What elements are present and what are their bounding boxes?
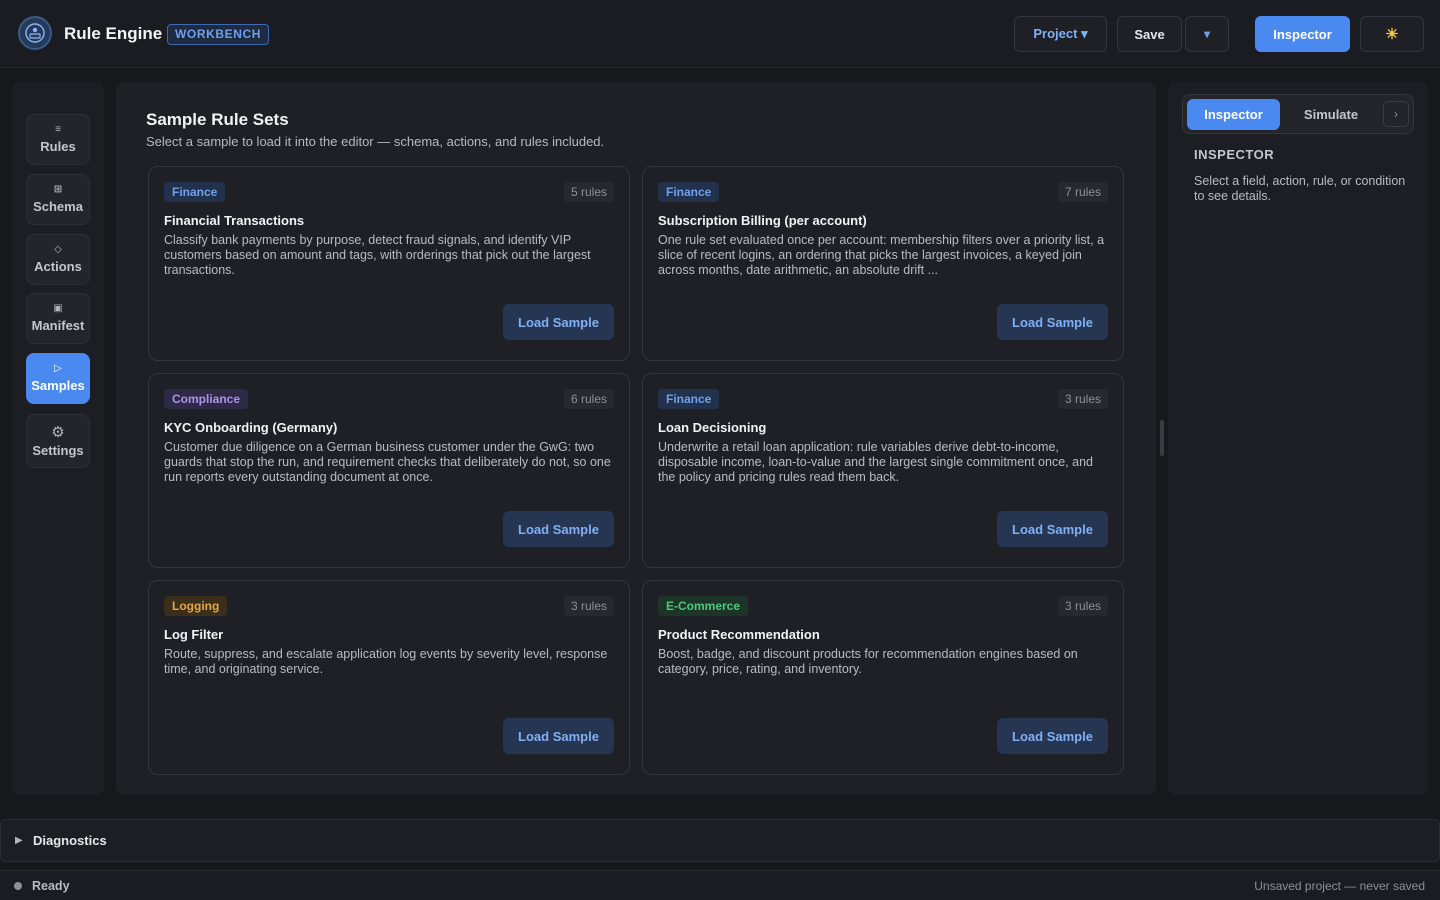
- sample-title: Log Filter: [164, 627, 224, 642]
- sidebar-item-manifest[interactable]: ▣ Manifest: [26, 293, 90, 344]
- save-button[interactable]: Save: [1117, 16, 1182, 52]
- diagnostics-toggle[interactable]: ▶ Diagnostics: [0, 819, 1440, 862]
- page-subtitle: Select a sample to load it into the edit…: [146, 134, 605, 149]
- sample-title: KYC Onboarding (Germany): [164, 420, 338, 435]
- sample-description: One rule set evaluated once per account:…: [658, 233, 1105, 277]
- diagnostics-label: Diagnostics: [33, 833, 107, 848]
- inspector-empty-text: Select a field, action, rule, or conditi…: [1194, 174, 1406, 203]
- sidebar-item-samples[interactable]: ▷ Samples: [26, 353, 90, 404]
- chevron-right-icon: ›: [1394, 107, 1398, 121]
- sample-description: Underwrite a retail loan application: ru…: [658, 440, 1093, 484]
- load-sample-button[interactable]: Load Sample: [503, 511, 614, 547]
- rule-count-badge: 7 rules: [1057, 182, 1108, 202]
- sample-card: Compliance 6 rules KYC Onboarding (Germa…: [148, 373, 630, 568]
- chevron-down-icon: ▾: [1203, 27, 1211, 41]
- category-tag: Finance: [658, 182, 720, 202]
- sample-description: Boost, badge, and discount products for …: [658, 647, 1078, 676]
- top-bar: Rule Engine WORKBENCH Project ▾ Save ▾ I…: [0, 0, 1440, 68]
- rule-count-badge: 3 rules: [1057, 389, 1108, 409]
- right-panel-tabs: Inspector Simulate ›: [1182, 94, 1414, 134]
- category-tag: Finance: [658, 389, 720, 409]
- collapse-panel-button[interactable]: ›: [1383, 101, 1409, 127]
- sample-title: Product Recommendation: [658, 627, 820, 642]
- category-tag: Logging: [164, 596, 228, 616]
- status-text: Ready: [32, 879, 70, 893]
- inspector-heading: INSPECTOR: [1194, 147, 1275, 162]
- sun-icon: ☀: [1385, 26, 1399, 43]
- sidebar-item-label: Rules: [40, 139, 76, 154]
- rules-icon: ≡: [55, 124, 61, 135]
- samples-panel: Sample Rule Sets Select a sample to load…: [116, 82, 1156, 795]
- sidebar-item-actions[interactable]: ◇ Actions: [26, 234, 90, 285]
- samples-icon: ▷: [54, 363, 62, 374]
- manifest-icon: ▣: [53, 303, 63, 314]
- inspector-panel: Inspector Simulate › INSPECTOR Select a …: [1168, 82, 1428, 795]
- caret-right-icon: ▶: [15, 835, 23, 846]
- load-sample-button[interactable]: Load Sample: [997, 511, 1108, 547]
- theme-toggle-button[interactable]: ☀: [1360, 16, 1424, 52]
- project-menu-button[interactable]: Project ▾: [1014, 16, 1107, 52]
- sample-title: Financial Transactions: [164, 213, 305, 228]
- sample-card: Finance 7 rules Subscription Billing (pe…: [642, 166, 1124, 361]
- sample-card: Finance 3 rules Loan Decisioning Underwr…: [642, 373, 1124, 568]
- sidebar-item-label: Settings: [32, 442, 84, 458]
- status-dot-icon: [14, 882, 22, 890]
- rule-count-badge: 3 rules: [563, 596, 614, 616]
- sample-card: E-Commerce 3 rules Product Recommendatio…: [642, 580, 1124, 775]
- sample-title: Subscription Billing (per account): [658, 213, 867, 228]
- sidebar-item-label: Samples: [31, 378, 85, 393]
- sidebar-item-schema[interactable]: ⊞ Schema: [26, 174, 90, 225]
- tab-inspector[interactable]: Inspector: [1187, 99, 1280, 130]
- sample-card: Logging 3 rules Log Filter Route, suppre…: [148, 580, 630, 775]
- load-sample-button[interactable]: Load Sample: [997, 718, 1108, 754]
- sample-title: Loan Decisioning: [658, 420, 767, 435]
- page-title: Sample Rule Sets: [146, 110, 289, 129]
- sample-description: Customer due diligence on a German busin…: [164, 440, 611, 484]
- workbench-badge: WORKBENCH: [167, 24, 270, 45]
- sidebar-item-rules[interactable]: ≡ Rules: [26, 114, 90, 165]
- actions-icon: ◇: [54, 244, 62, 255]
- load-sample-button[interactable]: Load Sample: [503, 304, 614, 340]
- sample-card: Finance 5 rules Financial Transactions C…: [148, 166, 630, 361]
- load-sample-button[interactable]: Load Sample: [997, 304, 1108, 340]
- sample-description: Route, suppress, and escalate applicatio…: [164, 647, 608, 676]
- load-sample-button[interactable]: Load Sample: [503, 718, 614, 754]
- category-tag: Finance: [164, 182, 226, 202]
- rule-count-badge: 5 rules: [563, 182, 614, 202]
- app-title: Rule Engine: [64, 24, 163, 43]
- category-tag: E-Commerce: [658, 596, 749, 616]
- inspector-toggle-button[interactable]: Inspector: [1255, 16, 1350, 52]
- category-tag: Compliance: [164, 389, 249, 409]
- schema-icon: ⊞: [53, 184, 63, 195]
- save-options-dropdown-button[interactable]: ▾: [1185, 16, 1229, 52]
- sample-description: Classify bank payments by purpose, detec…: [164, 233, 591, 277]
- sidebar-item-label: Actions: [34, 259, 82, 274]
- rule-count-badge: 3 rules: [1057, 596, 1108, 616]
- gear-icon: ⚙: [51, 423, 65, 441]
- panel-resize-handle[interactable]: [1160, 420, 1164, 456]
- app-logo-icon: [18, 16, 52, 50]
- sidebar-nav: ≡ Rules ⊞ Schema ◇ Actions ▣ Manifest ▷ …: [12, 82, 104, 795]
- save-status-text: Unsaved project — never saved: [1254, 879, 1425, 893]
- rule-count-badge: 6 rules: [563, 389, 614, 409]
- sidebar-item-settings[interactable]: ⚙ Settings: [26, 414, 90, 468]
- sidebar-item-label: Schema: [33, 199, 83, 214]
- status-bar: Ready Unsaved project — never saved: [0, 870, 1440, 900]
- tab-simulate[interactable]: Simulate: [1286, 99, 1376, 130]
- sidebar-item-label: Manifest: [31, 318, 85, 333]
